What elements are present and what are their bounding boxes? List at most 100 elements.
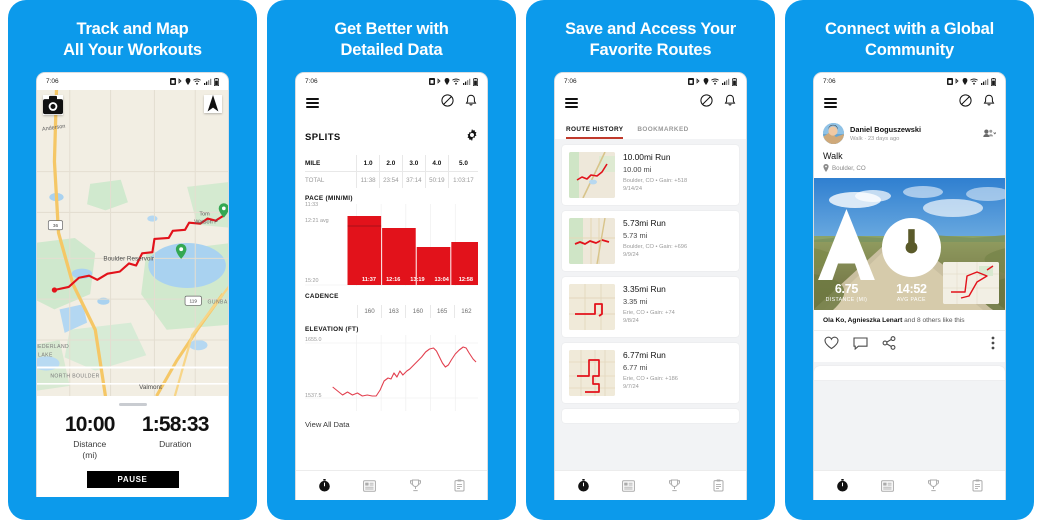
list-item[interactable]: 6.77mi Run 6.77 mi Erie, CO • Gain: +186… xyxy=(562,343,739,404)
camera-icon[interactable] xyxy=(43,95,63,116)
status-icon-group-1 xyxy=(169,77,219,86)
gear-icon[interactable] xyxy=(466,128,478,146)
wifi-icon xyxy=(711,78,719,85)
route-date: 9/9/24 xyxy=(623,252,639,259)
post-photo[interactable]: 6.75 DISTANCE (MI) 14:52 AVG PACE xyxy=(814,178,1005,311)
menu-icon[interactable] xyxy=(306,98,319,108)
photo-stat-distance-value: 6.75 xyxy=(834,282,859,297)
photo-stat-pace-value: 14:52 xyxy=(896,282,927,297)
total-2: 23:54 xyxy=(378,171,403,189)
feed-icon[interactable] xyxy=(363,480,377,492)
svg-text:Watson P: Watson P xyxy=(194,220,218,226)
feed-icon[interactable] xyxy=(881,480,895,492)
stat-distance-label-line1: Distance xyxy=(73,438,107,449)
clipboard-icon[interactable] xyxy=(454,479,465,492)
post-mini-map[interactable] xyxy=(943,262,999,305)
route-thumb-map xyxy=(569,350,615,397)
list-item[interactable]: 10.00mi Run 10.00 mi Boulder, CO • Gain:… xyxy=(562,145,739,206)
bluetooth-icon xyxy=(437,78,441,85)
signal-icon xyxy=(721,78,730,86)
svg-text:Tom: Tom xyxy=(199,212,210,218)
location-icon xyxy=(444,78,450,86)
status-time-1: 7:06 xyxy=(46,78,59,86)
people-icon[interactable] xyxy=(983,125,997,143)
pace-label-4: 13:04 xyxy=(434,277,449,284)
stat-distance-label: Distance (mi) xyxy=(47,439,133,460)
route-thumb-map xyxy=(569,218,615,265)
route-shield-119: 119 xyxy=(184,295,202,306)
no-activity-icon[interactable] xyxy=(700,94,713,112)
cadence-3: 160 xyxy=(405,305,429,319)
svg-text:NEDERLAND: NEDERLAND xyxy=(37,344,69,350)
signal-icon xyxy=(980,78,989,86)
panel-title-2: Get Better with Detailed Data xyxy=(284,19,499,61)
panel-title-2-line1: Get Better with xyxy=(334,20,449,38)
panel-track-and-map: Track and Map All Your Workouts 7:06 36 … xyxy=(8,0,257,520)
post-author-name: Daniel Boguszewski xyxy=(850,125,922,135)
sheet-grabber[interactable] xyxy=(118,403,147,406)
pace-bar-chart: 11:33 12:21 avg 15:20 11:37 12:16 13:19 … xyxy=(305,202,478,287)
pace-label-1: 11:37 xyxy=(362,277,376,284)
panel-title-1: Track and Map All Your Workouts xyxy=(25,19,240,61)
panel-title-4-line1: Connect with a Global xyxy=(824,20,995,38)
total-1: 11:38 xyxy=(356,171,380,189)
more-icon[interactable] xyxy=(991,336,995,355)
panel-global-community: Connect with a Global Community 7:06 Dan… xyxy=(785,0,1034,520)
splits-total-row: TOTAL 11:38 23:54 37:14 50:19 1:03:17 xyxy=(305,171,478,189)
status-bar-1: 7:06 xyxy=(37,73,228,91)
stat-distance: 10:00 Distance (mi) xyxy=(47,413,133,460)
photo-stat-pace: 14:52 AVG PACE xyxy=(879,215,944,303)
status-bar-4: 7:06 xyxy=(814,73,1005,91)
panel-title-4: Connect with a Global Community xyxy=(802,19,1017,61)
status-time-4: 7:06 xyxy=(823,78,836,86)
signal-icon xyxy=(203,78,212,86)
pin-icon xyxy=(823,164,829,173)
view-all-data-link[interactable]: View All Data xyxy=(305,411,478,429)
route-date: 9/14/24 xyxy=(623,186,642,193)
feed-icon[interactable] xyxy=(622,480,636,492)
comment-icon[interactable] xyxy=(853,337,868,355)
pace-label-3: 13:19 xyxy=(410,277,425,284)
menu-icon[interactable] xyxy=(824,98,837,108)
bottom-nav-2 xyxy=(296,470,487,501)
clipboard-icon[interactable] xyxy=(713,479,724,492)
list-item[interactable]: 3.35mi Run 3.35 mi Erie, CO • Gain: +74 … xyxy=(562,277,739,338)
trophy-icon[interactable] xyxy=(409,479,422,492)
heart-icon[interactable] xyxy=(824,336,839,355)
no-activity-icon[interactable] xyxy=(441,94,454,112)
tab-route-history[interactable]: ROUTE HISTORY xyxy=(566,126,624,140)
trophy-icon[interactable] xyxy=(927,479,940,492)
clipboard-icon[interactable] xyxy=(972,479,983,492)
bell-icon[interactable] xyxy=(465,94,477,112)
total-label: TOTAL xyxy=(305,176,325,184)
feed-post-next-partial[interactable] xyxy=(814,366,1005,381)
share-icon[interactable] xyxy=(882,336,896,355)
mini-map-image xyxy=(943,262,999,305)
pace-icon xyxy=(879,215,944,280)
pace-label-5: 12:58 xyxy=(458,277,474,284)
bottom-nav-4 xyxy=(814,470,1005,501)
cadence-4: 165 xyxy=(429,305,454,319)
stopwatch-icon[interactable] xyxy=(318,479,331,492)
bell-icon[interactable] xyxy=(983,94,995,112)
route-meta: Erie, CO • Gain: +186 xyxy=(623,376,678,383)
wifi-icon xyxy=(970,78,978,85)
tab-bookmarked[interactable]: BOOKMARKED xyxy=(637,126,688,139)
workout-map[interactable]: 36 119 Boulder Reservoir Tom Watson P NE… xyxy=(37,90,228,397)
splits-header: SPLITS xyxy=(305,116,478,155)
trophy-icon[interactable] xyxy=(668,479,681,492)
menu-icon[interactable] xyxy=(565,98,578,108)
avatar-image xyxy=(823,123,844,145)
bell-icon[interactable] xyxy=(724,94,736,112)
list-item-partial[interactable] xyxy=(562,409,739,424)
route-meta: Boulder, CO • Gain: +518 xyxy=(623,178,688,185)
list-item[interactable]: 5.73mi Run 5.73 mi Boulder, CO • Gain: +… xyxy=(562,211,739,272)
pause-button[interactable]: PAUSE xyxy=(86,471,179,489)
stopwatch-icon[interactable] xyxy=(577,479,590,492)
route-info: 10.00mi Run 10.00 mi Boulder, CO • Gain:… xyxy=(623,152,687,198)
avatar[interactable] xyxy=(823,123,844,145)
stopwatch-icon[interactable] xyxy=(836,479,849,492)
compass-icon[interactable] xyxy=(204,95,222,114)
no-activity-icon[interactable] xyxy=(959,94,972,112)
route-meta: Erie, CO • Gain: +74 xyxy=(623,310,675,317)
